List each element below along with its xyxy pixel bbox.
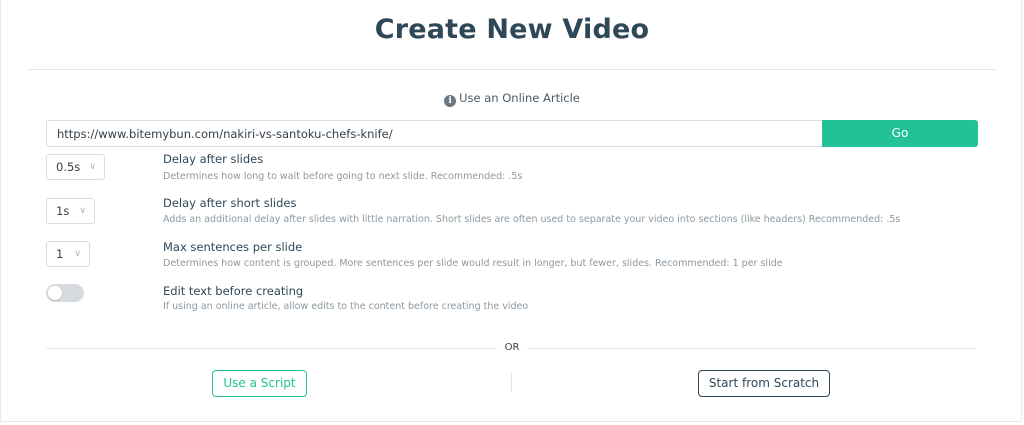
page-title: Create New Video bbox=[374, 14, 650, 45]
toggle-knob bbox=[48, 286, 62, 300]
use-a-script-button[interactable]: Use a Script bbox=[212, 370, 307, 397]
go-button[interactable]: Go bbox=[822, 120, 978, 147]
delay-after-slides-select[interactable]: 0.5s ∨ bbox=[46, 154, 105, 180]
max-sentences-value: 1 bbox=[56, 247, 64, 261]
or-label: OR bbox=[497, 342, 527, 353]
delay-after-short-slides-title: Delay after short slides bbox=[163, 196, 297, 210]
delay-after-short-slides-select[interactable]: 1s ∨ bbox=[46, 198, 95, 224]
online-article-heading: i Use an Online Article bbox=[0, 91, 1024, 107]
info-icon: i bbox=[444, 95, 457, 107]
or-divider-left bbox=[46, 348, 497, 349]
article-url-input[interactable] bbox=[46, 120, 823, 147]
or-divider-right bbox=[527, 348, 976, 349]
edit-text-toggle[interactable] bbox=[46, 284, 84, 302]
online-article-label: Use an Online Article bbox=[459, 91, 580, 105]
chevron-down-icon: ∨ bbox=[79, 206, 86, 216]
delay-after-slides-value: 0.5s bbox=[56, 160, 81, 174]
max-sentences-title: Max sentences per slide bbox=[163, 240, 303, 254]
actions-divider bbox=[511, 372, 512, 392]
delay-after-short-slides-value: 1s bbox=[56, 204, 70, 218]
start-from-scratch-button[interactable]: Start from Scratch bbox=[698, 370, 830, 397]
delay-after-slides-title: Delay after slides bbox=[163, 152, 264, 166]
max-sentences-description: Determines how content is grouped. More … bbox=[163, 258, 783, 269]
delay-after-short-slides-description: Adds an additional delay after slides wi… bbox=[163, 214, 901, 225]
chevron-down-icon: ∨ bbox=[74, 249, 81, 259]
edit-text-title: Edit text before creating bbox=[163, 284, 304, 298]
chevron-down-icon: ∨ bbox=[89, 162, 96, 172]
edit-text-description: If using an online article, allow edits … bbox=[163, 301, 529, 312]
max-sentences-select[interactable]: 1 ∨ bbox=[46, 241, 90, 267]
title-divider bbox=[28, 69, 996, 70]
delay-after-slides-description: Determines how long to wait before going… bbox=[163, 171, 523, 182]
page-frame bbox=[0, 0, 1022, 422]
